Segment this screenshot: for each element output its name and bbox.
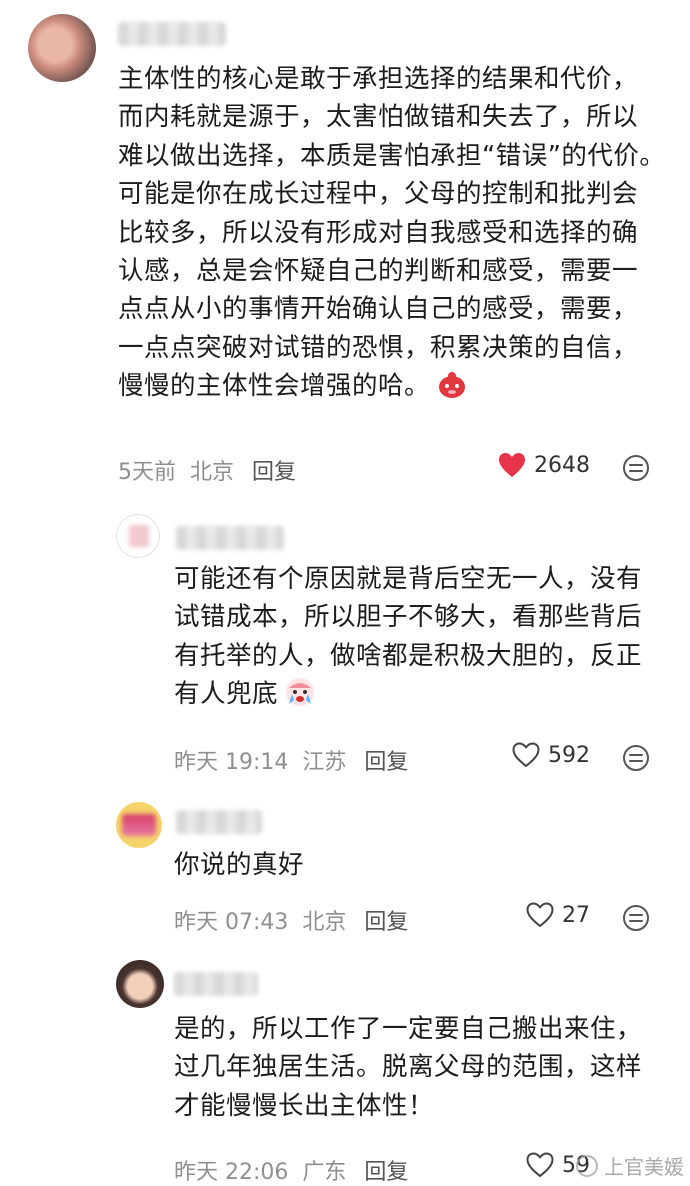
reply-button[interactable]: 回复: [364, 1154, 408, 1186]
avatar[interactable]: [116, 514, 160, 558]
text-line: 比较多，所以没有形成对自我感受和选择的确: [118, 217, 639, 248]
avatar[interactable]: [28, 14, 96, 82]
avatar[interactable]: [116, 960, 164, 1008]
username-blurred[interactable]: [176, 810, 262, 834]
watermark: 上官美媛: [576, 1151, 684, 1180]
comment-1: 主体性的核心是敢于承担选择的结果和代价， 而内耗就是源于，太害怕做错和失去了，所…: [0, 0, 690, 500]
text-line: 过几年独居生活。脱离父母的范围，这样: [174, 1052, 643, 1083]
more-options-icon[interactable]: [622, 904, 650, 932]
text-line: 而内耗就是源于，太害怕做错和失去了，所以: [118, 102, 639, 133]
like-button[interactable]: 2648: [498, 452, 590, 478]
text-line: 认感，总是会怀疑自己的判断和感受，需要一: [118, 256, 639, 287]
text-line: 是的，所以工作了一定要自己搬出来住，: [174, 1014, 643, 1044]
comment-meta: 昨天 19:14 江苏 回复: [174, 744, 408, 776]
reply-comment-1: 可能还有个原因就是背后空无一人，没有 试错成本，所以胆子不够大，看那些背后 有托…: [0, 500, 690, 790]
comment-text: 主体性的核心是敢于承担选择的结果和代价， 而内耗就是源于，太害怕做错和失去了，所…: [118, 60, 665, 406]
watermark-text: 上官美媛: [604, 1155, 684, 1179]
reply-button[interactable]: 回复: [252, 454, 296, 486]
like-count: 2648: [534, 452, 590, 478]
text-line-content: 有人兜底: [174, 679, 279, 710]
comment-text: 是的，所以工作了一定要自己搬出来住， 过几年独居生活。脱离父母的范围，这样 才能…: [174, 1010, 642, 1125]
username-blurred[interactable]: [118, 22, 226, 46]
timestamp: 昨天 19:14: [174, 750, 289, 775]
heart-outline-icon: [526, 1152, 554, 1178]
avatar[interactable]: [116, 802, 162, 848]
username-blurred[interactable]: [176, 526, 284, 550]
weibo-icon: [576, 1154, 598, 1177]
comment-meta: 5天前 北京 回复: [118, 454, 296, 486]
text-line: 可能还有个原因就是背后空无一人，没有: [174, 564, 643, 594]
red-blob-emoji-icon: [439, 372, 466, 399]
like-button[interactable]: 27: [526, 902, 590, 928]
heart-outline-icon: [512, 742, 540, 768]
comment-meta: 昨天 07:43 北京 回复: [174, 904, 408, 936]
timestamp: 昨天 07:43: [174, 910, 289, 935]
location: 北京: [302, 910, 347, 935]
text-line: 难以做出选择，本质是害怕承担“错误”的代价。: [118, 140, 666, 171]
text-line: 才能慢慢长出主体性！: [174, 1090, 435, 1121]
text-line: 可能是你在成长过程中，父母的控制和批判会: [118, 179, 639, 210]
location: 江苏: [302, 750, 347, 775]
crying-emoji-icon: [286, 678, 315, 707]
comment-meta: 昨天 22:06 广东 回复: [174, 1154, 408, 1186]
comment-text: 可能还有个原因就是背后空无一人，没有 试错成本，所以胆子不够大，看那些背后 有托…: [174, 560, 642, 714]
text-line: 有人兜底: [174, 675, 642, 713]
like-count: 592: [548, 742, 590, 768]
reply-button[interactable]: 回复: [364, 744, 408, 776]
text-line: 你说的真好: [174, 850, 305, 880]
like-button[interactable]: 592: [512, 742, 590, 768]
text-line: 慢慢的主体性会增强的哈。: [118, 367, 665, 405]
more-options-icon[interactable]: [622, 744, 650, 772]
reply-comment-2: 你说的真好 昨天 07:43 北京 回复 27: [0, 790, 690, 950]
text-line: 有托举的人，做啥都是积极大胆的，反正: [174, 640, 643, 671]
comment-text: 你说的真好: [174, 846, 304, 884]
text-line: 点点从小的事情开始确认自己的感受，需要，: [118, 294, 639, 325]
reply-button[interactable]: 回复: [364, 904, 408, 936]
text-line-content: 慢慢的主体性会增强的哈。: [118, 371, 431, 402]
text-line: 试错成本，所以胆子不够大，看那些背后: [174, 602, 643, 633]
text-line: 一点点突破对试错的恐惧，积累决策的自信，: [118, 332, 639, 363]
heart-outline-icon: [526, 902, 554, 928]
heart-filled-icon: [499, 453, 525, 477]
location: 广东: [302, 1160, 347, 1185]
text-line: 主体性的核心是敢于承担选择的结果和代价，: [118, 64, 639, 94]
like-count: 27: [562, 902, 590, 928]
more-options-icon[interactable]: [622, 454, 650, 482]
timestamp: 5天前: [118, 460, 176, 485]
timestamp: 昨天 22:06: [174, 1160, 289, 1185]
location: 北京: [190, 460, 235, 485]
username-blurred[interactable]: [174, 972, 258, 996]
